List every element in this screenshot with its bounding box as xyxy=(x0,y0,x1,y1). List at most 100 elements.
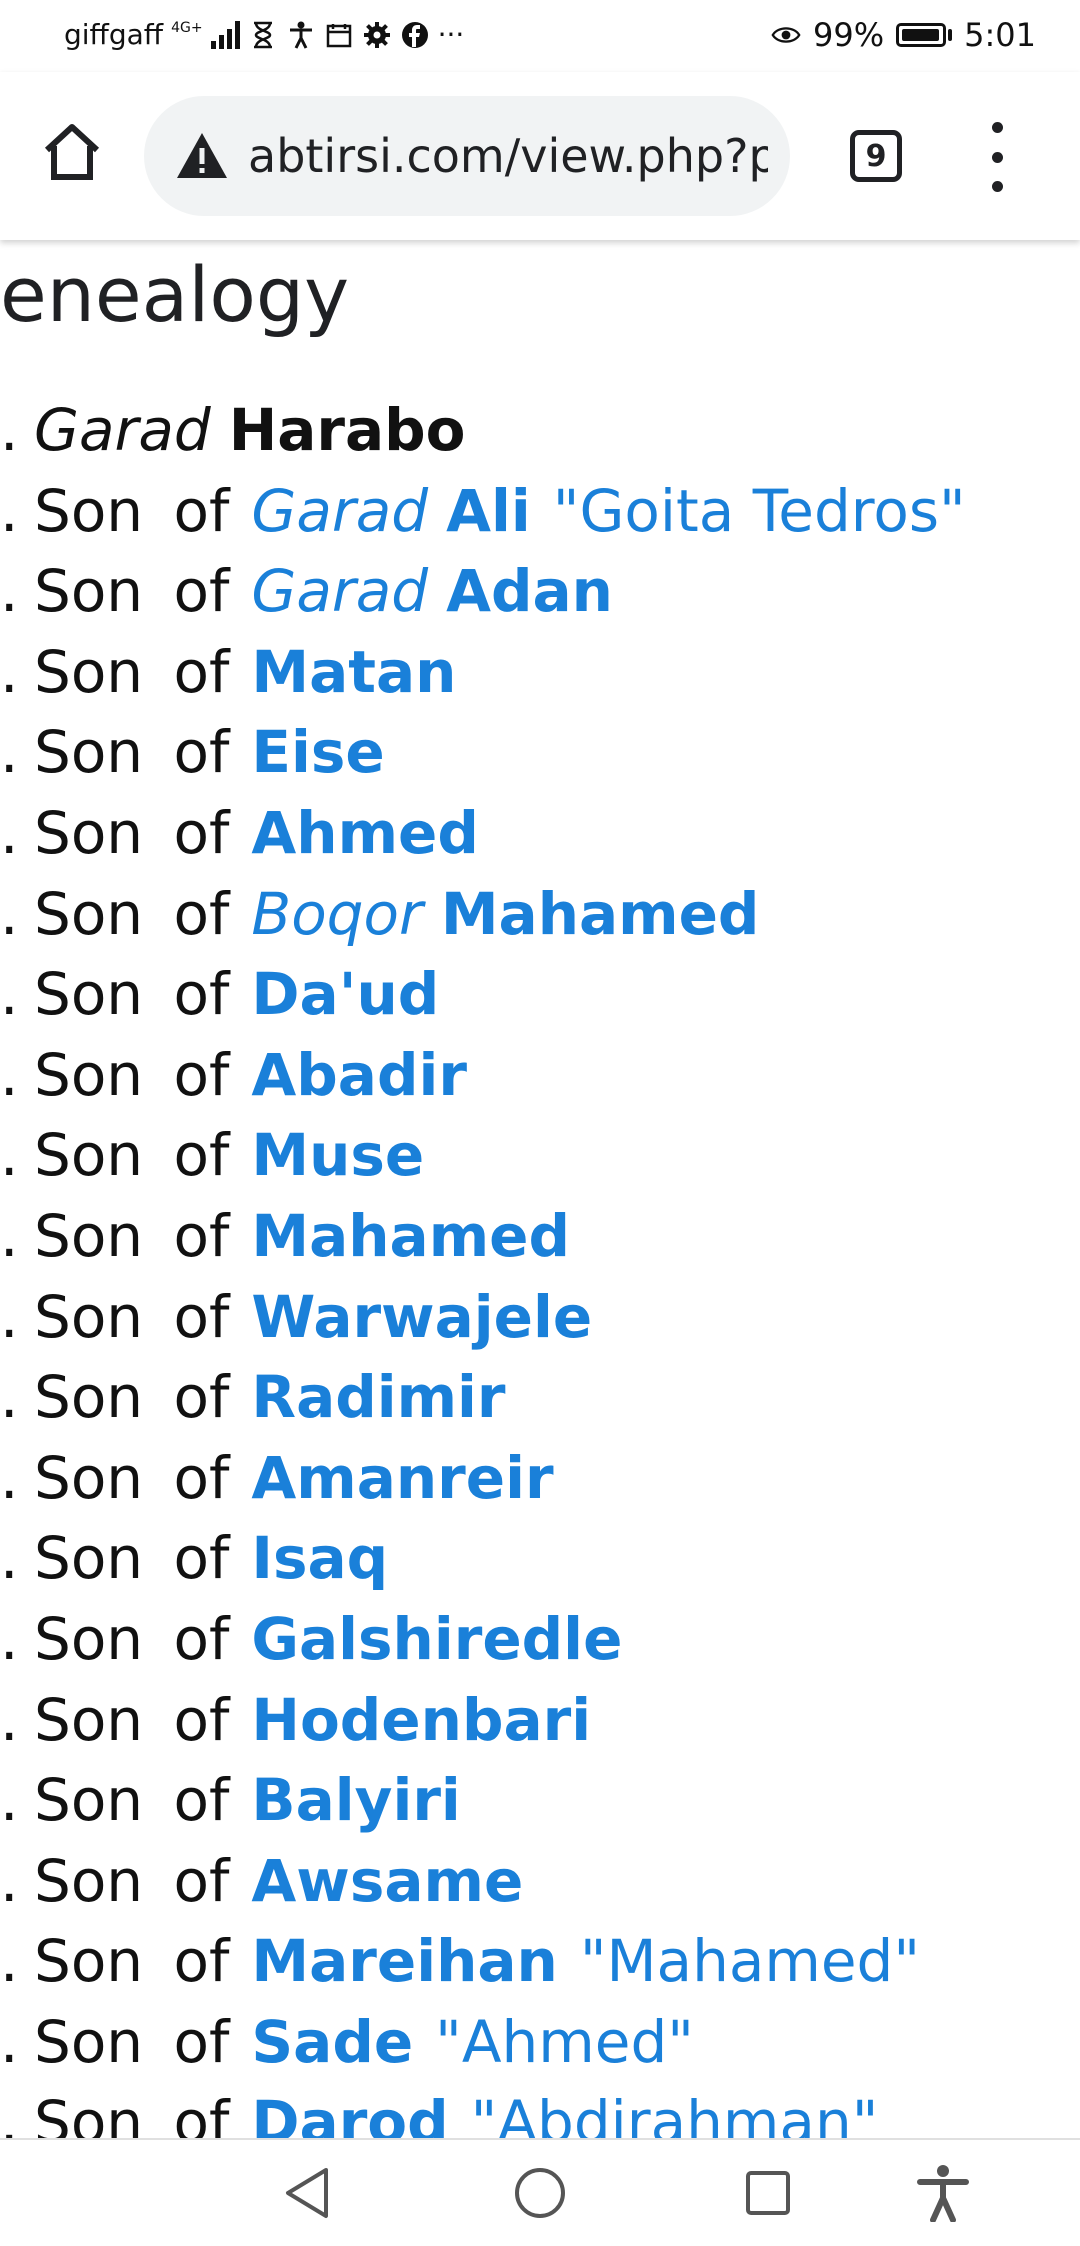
hourglass-icon xyxy=(248,20,278,50)
ancestor-link[interactable]: Abadir xyxy=(251,1041,467,1109)
list-bullet: . xyxy=(0,1121,19,1190)
ancestor-link[interactable]: Garad Adan xyxy=(251,557,613,625)
network-type-label: 4G+ xyxy=(171,19,203,36)
son-of-label: Son of xyxy=(34,798,230,867)
son-of-label: Son of xyxy=(34,1766,230,1835)
ancestor-link[interactable]: Darod "Abdirahman" xyxy=(251,2088,878,2138)
ancestor-name: Darod xyxy=(251,2088,449,2138)
url-text[interactable]: abtirsi.com/view.php?pe xyxy=(248,129,768,183)
ancestor-name: Sade xyxy=(251,2007,414,2076)
page-heading: enealogy xyxy=(0,250,350,339)
lineage-item: . Son of Ahmed xyxy=(0,793,1080,874)
accessibility-button[interactable] xyxy=(908,2158,978,2228)
son-of-label: Son of xyxy=(34,1927,230,1996)
ancestor-link[interactable]: Amanreir xyxy=(251,1444,553,1512)
list-bullet: . xyxy=(0,798,19,867)
honorific-title: Garad xyxy=(251,557,429,626)
son-of-label: Son of xyxy=(34,1604,230,1673)
son-of-label: Son of xyxy=(34,1363,230,1432)
list-bullet: . xyxy=(0,1443,19,1512)
list-bullet: . xyxy=(0,396,19,464)
ancestor-link[interactable]: Galshiredle xyxy=(251,1605,622,1673)
menu-dot-icon xyxy=(991,151,1003,163)
list-bullet: . xyxy=(0,879,19,948)
list-bullet: . xyxy=(0,557,19,626)
ancestor-name: Da'ud xyxy=(251,960,440,1029)
ancestor-link[interactable]: Awsame xyxy=(251,1847,523,1915)
ancestor-nickname: "Abdirahman" xyxy=(470,2088,879,2138)
lineage-item: . Son of Darod "Abdirahman" xyxy=(0,2082,1080,2138)
ancestor-link[interactable]: Garad Ali "Goita Tedros" xyxy=(251,477,965,545)
honorific-title: Boqor xyxy=(251,879,423,948)
ancestor-name: Amanreir xyxy=(251,1443,554,1512)
ancestor-link[interactable]: Muse xyxy=(251,1121,424,1189)
list-bullet: . xyxy=(0,1927,19,1996)
ancestor-link[interactable]: Eise xyxy=(251,718,384,786)
ancestor-name: Radimir xyxy=(251,1363,506,1432)
ancestor-name: Isaq xyxy=(251,1524,389,1593)
overflow-menu-button[interactable] xyxy=(972,122,1022,192)
ancestor-link[interactable]: Mahamed xyxy=(251,1202,570,1270)
list-bullet: . xyxy=(0,476,19,545)
ancestor-nickname: "Mahamed" xyxy=(579,1927,921,1996)
ancestor-link[interactable]: Da'ud xyxy=(251,960,439,1028)
son-of-label: Son of xyxy=(34,1685,230,1754)
lineage-item: . Son of Amanreir xyxy=(0,1438,1080,1519)
lineage-item: . Son of Balyiri xyxy=(0,1760,1080,1841)
ancestor-link[interactable]: Mareihan "Mahamed" xyxy=(251,1927,920,1995)
status-left: giffgaff 4G+ ··· xyxy=(64,18,464,51)
settings-status-icon xyxy=(362,20,392,50)
son-of-label: Son of xyxy=(34,476,230,545)
browser-toolbar: abtirsi.com/view.php?pe 9 xyxy=(0,72,1080,240)
lineage-item: . Son of Boqor Mahamed xyxy=(0,874,1080,955)
son-of-label: Son of xyxy=(34,637,230,706)
lineage-list: . Garad Harabo. Son of Garad Ali "Goita Tedros… xyxy=(0,390,1080,2138)
lineage-item: . Son of Warwajele xyxy=(0,1277,1080,1358)
list-bullet: . xyxy=(0,637,19,706)
son-of-label: Son of xyxy=(34,960,230,1029)
list-bullet: . xyxy=(0,2088,19,2138)
ancestor-name: Mahamed xyxy=(440,879,760,948)
ancestor-link[interactable]: Isaq xyxy=(251,1524,388,1592)
tab-switcher-button[interactable]: 9 xyxy=(850,130,902,182)
battery-percent: 99% xyxy=(813,16,885,54)
lineage-item: . Son of Muse xyxy=(0,1115,1080,1196)
ancestor-link[interactable]: Balyiri xyxy=(251,1766,460,1834)
ancestor-link[interactable]: Hodenbari xyxy=(251,1686,591,1754)
calendar-icon xyxy=(324,20,354,50)
back-button[interactable] xyxy=(272,2158,342,2228)
person-name: Garad Harabo xyxy=(34,396,466,464)
ancestor-link[interactable]: Matan xyxy=(251,638,456,706)
home-button[interactable] xyxy=(36,116,108,188)
lineage-item: . Son of Garad Adan xyxy=(0,551,1080,632)
son-of-label: Son of xyxy=(34,1443,230,1512)
list-bullet: . xyxy=(0,960,19,1029)
url-bar[interactable]: abtirsi.com/view.php?pe xyxy=(144,96,790,216)
lineage-item: . Son of Eise xyxy=(0,712,1080,793)
ancestor-link[interactable]: Ahmed xyxy=(251,799,478,867)
list-bullet: . xyxy=(0,1363,19,1432)
ancestor-link[interactable]: Radimir xyxy=(251,1363,505,1431)
ancestor-nickname: "Ahmed" xyxy=(435,2007,694,2076)
list-bullet: . xyxy=(0,1604,19,1673)
ancestor-link[interactable]: Sade "Ahmed" xyxy=(251,2008,694,2076)
ancestor-name: Muse xyxy=(251,1121,425,1190)
ancestor-name: Mahamed xyxy=(251,1201,570,1270)
ancestor-name: Eise xyxy=(251,718,385,787)
ancestor-name: Mareihan xyxy=(251,1927,558,1996)
system-nav-bar xyxy=(0,2138,1080,2246)
home-nav-button[interactable] xyxy=(505,2158,575,2228)
recents-button[interactable] xyxy=(733,2158,803,2228)
menu-dot-icon xyxy=(991,181,1003,192)
list-bullet: . xyxy=(0,2007,19,2076)
son-of-label: Son of xyxy=(34,718,230,787)
not-secure-warning-icon[interactable] xyxy=(174,128,230,184)
lineage-item: . Son of Mahamed xyxy=(0,1196,1080,1277)
honorific-title: Garad xyxy=(251,476,429,545)
ancestor-link[interactable]: Warwajele xyxy=(251,1283,592,1351)
ancestor-link[interactable]: Boqor Mahamed xyxy=(251,880,759,948)
ancestor-name: Ahmed xyxy=(251,798,479,867)
accessibility-status-icon xyxy=(286,20,316,50)
ancestor-name: Balyiri xyxy=(251,1766,461,1835)
ancestor-name: Hodenbari xyxy=(251,1685,592,1754)
